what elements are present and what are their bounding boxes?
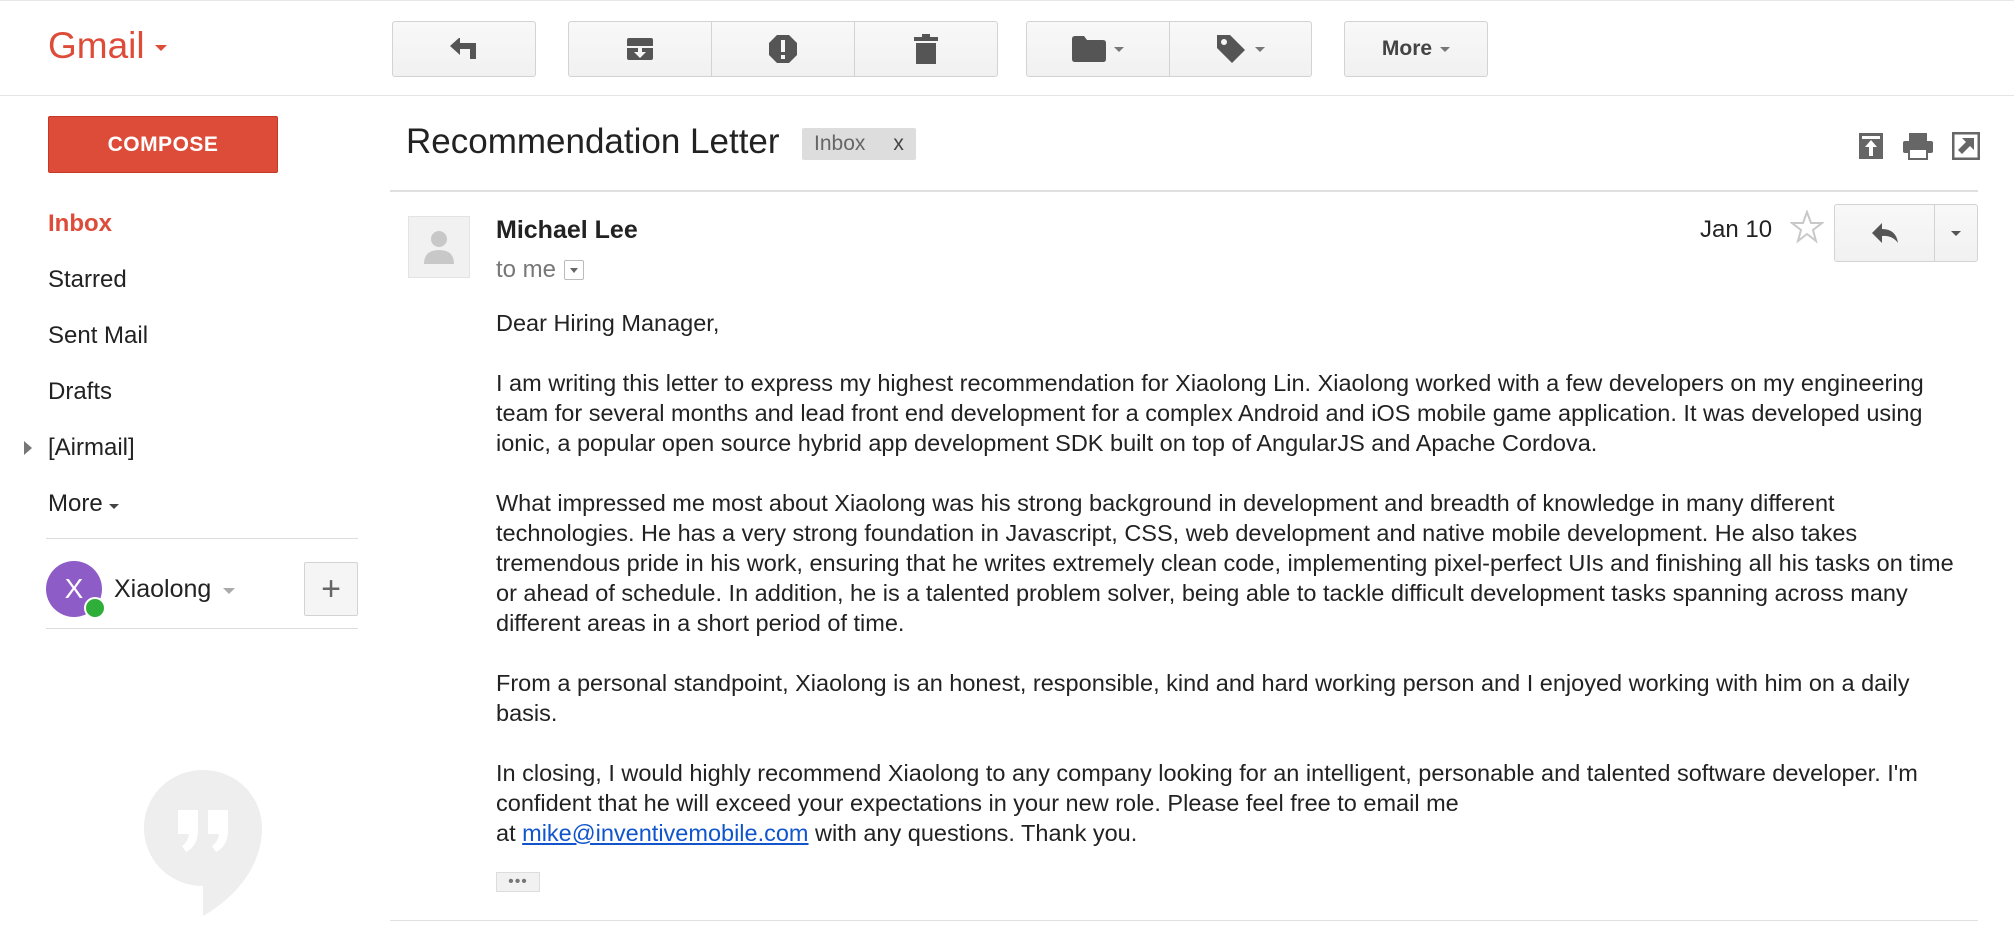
print-icon[interactable] bbox=[1902, 132, 1934, 160]
account-name[interactable]: Xiaolong bbox=[114, 575, 211, 604]
avatar[interactable]: X bbox=[46, 561, 106, 619]
email-link[interactable]: mike@inventivemobile.com bbox=[522, 820, 808, 846]
sidebar-item-label: [Airmail] bbox=[48, 434, 135, 461]
sidebar-item-starred[interactable]: Starred bbox=[0, 252, 380, 308]
message-date: Jan 10 bbox=[1700, 216, 1773, 243]
labels-button[interactable] bbox=[1170, 22, 1312, 76]
archive-icon bbox=[627, 38, 653, 60]
trash-icon bbox=[914, 34, 938, 64]
top-toolbar: Gmail More bbox=[0, 0, 2014, 96]
greeting: Dear Hiring Manager, bbox=[496, 310, 720, 336]
new-window-icon[interactable] bbox=[1952, 132, 1980, 160]
chevron-down-icon bbox=[1113, 46, 1124, 52]
reply-button-group bbox=[1834, 204, 1978, 262]
left-sidebar: COMPOSE Inbox Starred Sent Mail Drafts [… bbox=[0, 96, 380, 928]
sidebar-item-label: Inbox bbox=[48, 210, 112, 237]
chevron-down-icon bbox=[1440, 46, 1451, 52]
sidebar-item-drafts[interactable]: Drafts bbox=[0, 364, 380, 420]
recipients-line: to me bbox=[496, 256, 585, 284]
sender-avatar bbox=[408, 216, 470, 278]
closing-suffix: with any questions. Thank you. bbox=[815, 820, 1138, 846]
report-spam-button[interactable] bbox=[712, 22, 855, 76]
online-status-icon bbox=[84, 597, 106, 619]
hangouts-account: X Xiaolong + bbox=[46, 554, 358, 624]
sidebar-item-airmail[interactable]: [Airmail] bbox=[0, 420, 380, 476]
action-button-group bbox=[568, 21, 998, 77]
compose-button[interactable]: COMPOSE bbox=[48, 116, 278, 173]
recipient-text: to me bbox=[496, 256, 557, 283]
new-conversation-button[interactable]: + bbox=[304, 562, 358, 616]
show-trimmed-content-button[interactable]: ••• bbox=[496, 872, 540, 892]
thread-actions bbox=[1858, 132, 1980, 160]
label-chip-text: Inbox bbox=[814, 132, 866, 155]
show-details-button[interactable] bbox=[564, 260, 585, 280]
sidebar-item-inbox[interactable]: Inbox bbox=[0, 196, 380, 252]
folder-nav: Inbox Starred Sent Mail Drafts [Airmail]… bbox=[0, 196, 380, 532]
body-paragraph: I am writing this letter to express my h… bbox=[496, 370, 1924, 456]
sidebar-item-label: Starred bbox=[48, 266, 127, 293]
star-button[interactable] bbox=[1789, 209, 1825, 249]
sidebar-divider bbox=[46, 628, 358, 629]
label-chip-inbox[interactable]: Inbox x bbox=[802, 128, 916, 160]
chevron-down-icon bbox=[154, 45, 167, 51]
sidebar-item-sent-mail[interactable]: Sent Mail bbox=[0, 308, 380, 364]
label-tag-icon bbox=[1217, 35, 1246, 63]
expand-all-icon[interactable] bbox=[1858, 132, 1884, 160]
sender-name[interactable]: Michael Lee bbox=[496, 216, 638, 245]
remove-label-button[interactable]: x bbox=[893, 132, 904, 156]
folder-icon bbox=[1071, 36, 1106, 62]
app-name[interactable]: Gmail bbox=[48, 25, 145, 67]
chevron-down-icon bbox=[1255, 46, 1266, 52]
closing-paragraph: In closing, I would highly recommend Xia… bbox=[496, 758, 1976, 848]
more-actions-button[interactable]: More bbox=[1344, 21, 1488, 77]
back-to-inbox-button[interactable] bbox=[392, 21, 536, 77]
sidebar-item-label: Sent Mail bbox=[48, 322, 149, 349]
report-spam-icon bbox=[769, 35, 797, 63]
chevron-down-icon bbox=[570, 267, 579, 273]
message-body: Dear Hiring Manager, I am writing this l… bbox=[496, 308, 1976, 878]
body-paragraph: What impressed me most about Xiaolong wa… bbox=[496, 490, 1954, 636]
move-to-button[interactable] bbox=[1027, 22, 1170, 76]
sidebar-item-more[interactable]: More bbox=[0, 476, 380, 532]
reply-arrow-icon bbox=[1871, 223, 1898, 243]
sidebar-item-label: More bbox=[48, 490, 103, 517]
archive-button[interactable] bbox=[569, 22, 712, 76]
hangouts-icon bbox=[142, 768, 264, 923]
avatar-initial: X bbox=[64, 573, 84, 604]
closing-prefix: at bbox=[496, 820, 516, 846]
page-title: Recommendation Letter bbox=[406, 122, 780, 161]
body-paragraph: In closing, I would highly recommend Xia… bbox=[496, 760, 1918, 816]
more-actions-label: More bbox=[1381, 37, 1433, 60]
person-icon bbox=[424, 231, 454, 264]
back-arrow-icon bbox=[450, 38, 476, 59]
star-icon bbox=[1789, 209, 1825, 244]
chevron-down-icon bbox=[108, 503, 119, 509]
delete-button[interactable] bbox=[855, 22, 997, 76]
subject-divider bbox=[390, 190, 1978, 192]
organize-button-group bbox=[1026, 21, 1312, 77]
message-divider bbox=[390, 920, 1978, 921]
body-paragraph: From a personal standpoint, Xiaolong is … bbox=[496, 670, 1910, 726]
more-reply-options-button[interactable] bbox=[1935, 205, 1977, 261]
expand-triangle-icon[interactable] bbox=[24, 441, 32, 455]
chevron-down-icon bbox=[1951, 230, 1962, 236]
gmail-menu[interactable]: Gmail bbox=[48, 25, 167, 67]
chevron-down-icon[interactable] bbox=[223, 588, 236, 594]
reply-button[interactable] bbox=[1835, 205, 1936, 261]
sidebar-item-label: Drafts bbox=[48, 378, 113, 405]
sidebar-divider bbox=[46, 538, 358, 539]
